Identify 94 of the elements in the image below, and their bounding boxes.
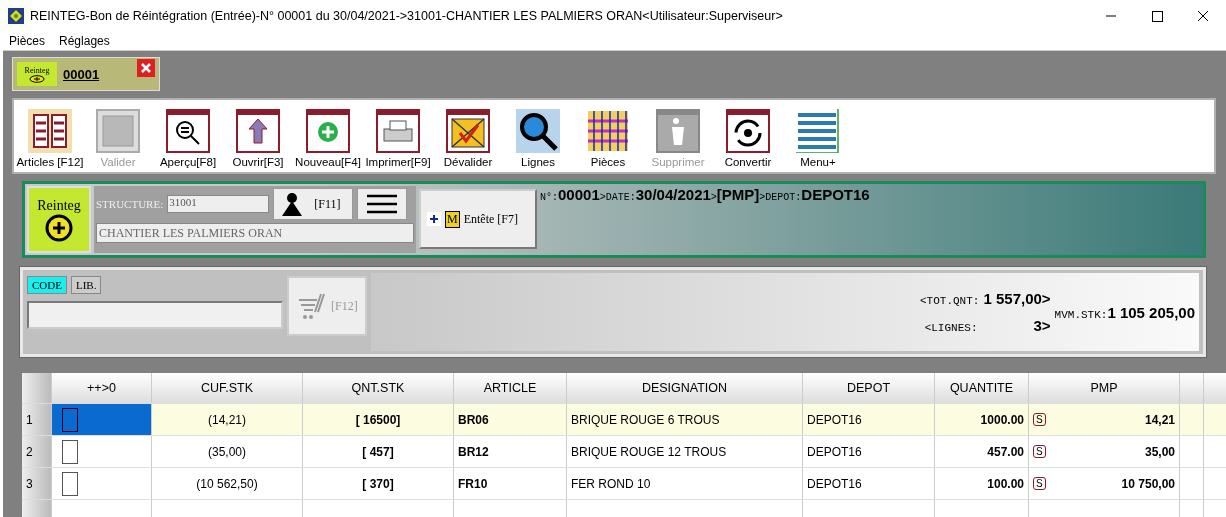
table-cell: FER ROND 10 — [567, 468, 803, 499]
menu-icon — [796, 109, 840, 153]
search-field[interactable] — [27, 301, 283, 329]
menu-item[interactable]: Réglages — [59, 34, 110, 48]
price-flag[interactable]: S — [1033, 445, 1046, 458]
price-flag[interactable]: S — [1033, 477, 1046, 490]
row-number: 1 — [22, 404, 52, 435]
column-header[interactable]: DEPOT — [803, 373, 935, 403]
toolbar-button[interactable]: Ouvrir[F3] — [226, 109, 290, 168]
structure-name-field[interactable]: CHANTIER LES PALMIERS ORAN — [96, 223, 414, 243]
search-mode-tab[interactable]: CODE — [27, 276, 67, 294]
toolbar-button[interactable]: Imprimer[F9] — [366, 109, 430, 168]
toolbar-button[interactable]: Lignes — [506, 109, 570, 168]
plus-icon — [306, 109, 350, 153]
table-cell: (14,21) — [152, 404, 303, 435]
plus-icon — [427, 212, 441, 226]
menu-item[interactable]: Pièces — [9, 34, 46, 48]
table-cell: (35,00) — [152, 436, 303, 467]
lines-count: 3> — [1033, 317, 1051, 334]
row-number: 3 — [22, 468, 52, 499]
info-value: DEPOT16 — [801, 186, 870, 203]
table-cell: DEPOT16 — [803, 404, 935, 435]
total-quantity-label: <TOT.QNT: — [920, 295, 980, 307]
search-icon — [516, 109, 560, 153]
entete-button[interactable]: M Entête [F7] — [419, 189, 537, 249]
info-label: > — [710, 192, 717, 203]
user-icon — [280, 192, 305, 216]
structure-code-field[interactable]: 31001 — [167, 195, 270, 213]
table-cell: 14,21 — [1144, 412, 1175, 427]
table-cell: FR10 — [454, 468, 567, 499]
row-checkbox[interactable] — [62, 439, 78, 464]
info-value: 30/04/2021 — [635, 186, 711, 203]
stock-movement-label: MVM.STK: — [1054, 308, 1108, 321]
column-header[interactable]: QNT.STK — [303, 373, 454, 403]
row-number: 2 — [22, 436, 52, 467]
table-cell: (10 562,50) — [152, 468, 303, 499]
printer-icon — [376, 109, 420, 153]
table-cell: 10 750,00 — [1121, 476, 1175, 491]
preview-icon — [166, 109, 210, 153]
menu-button[interactable] — [357, 188, 408, 220]
info-label: >DEPOT: — [759, 192, 802, 203]
column-header[interactable]: DESIGNATION — [567, 373, 803, 403]
column-header[interactable]: ++>0 — [52, 373, 152, 403]
reinteg-badge: Reinteg — [17, 62, 57, 86]
table-cell: 35,00 — [1144, 444, 1175, 459]
lines-label: <LIGNES: — [924, 322, 978, 334]
toolbar-button[interactable]: Menu+ — [786, 109, 850, 168]
table-cell: BR06 — [454, 404, 567, 435]
app-icon — [8, 8, 24, 24]
stock-movement-value: 1 105 205,00 — [1107, 303, 1195, 321]
table-cell: [ 370] — [303, 468, 454, 499]
table-cell: [ 457] — [303, 436, 454, 467]
blank-square-icon — [96, 109, 140, 153]
table-cell: BR12 — [454, 436, 567, 467]
total-quantity: 1 557,00> — [983, 290, 1051, 307]
table-cell: DEPOT16 — [803, 436, 935, 467]
table-cell: DEPOT16 — [803, 468, 935, 499]
close-icon[interactable] — [137, 59, 155, 77]
document-number: 00001 — [63, 66, 101, 82]
column-header[interactable]: ARTICLE — [454, 373, 567, 403]
toolbar-button[interactable]: Convertir — [716, 109, 780, 168]
table-cell: [ 16500] — [303, 404, 454, 435]
trash-icon — [656, 109, 700, 153]
toolbar-button[interactable]: Nouveau[F4] — [296, 109, 360, 168]
table-cell: BRIQUE ROUGE 6 TROUS — [567, 404, 803, 435]
price-flag[interactable]: S — [1033, 413, 1046, 426]
info-label: >DATE: — [599, 192, 636, 203]
table-cell: 1000.00 — [935, 404, 1029, 435]
table-cell: 100.00 — [935, 468, 1029, 499]
refresh-icon — [726, 109, 770, 153]
info-label: N°: — [540, 192, 558, 203]
reinteg-badge: Reinteg — [27, 186, 91, 253]
row-checkbox[interactable] — [62, 471, 78, 496]
structure-label: STRUCTURE: — [96, 198, 164, 210]
info-value: 00001 — [558, 186, 600, 203]
toolbar-button[interactable]: Pièces — [576, 109, 640, 168]
corner-header — [22, 373, 52, 403]
grid-icon — [586, 109, 630, 153]
menu-icon — [367, 194, 398, 214]
table-cell: 457.00 — [935, 436, 1029, 467]
shelves-icon — [28, 109, 72, 153]
table-cell: BRIQUE ROUGE 12 TROUS — [567, 436, 803, 467]
cross-check-icon — [446, 109, 490, 153]
column-header[interactable]: CUF.STK — [152, 373, 303, 403]
user-button[interactable]: [F11] — [273, 188, 354, 220]
row-checkbox[interactable] — [62, 407, 78, 432]
toolbar-button[interactable]: Dévalider — [436, 109, 500, 168]
column-header[interactable]: PMP — [1029, 373, 1180, 403]
info-value: [PMP] — [716, 186, 760, 203]
window-title: REINTEG-Bon de Réintégration (Entrée)-N° 00001 du 30/04/2021->31001-CHANTIER LES PALMIERS ORAN<Utilisateur:Superviseur> — [30, 9, 784, 23]
toolbar-button[interactable]: Aperçu[F8] — [156, 109, 220, 168]
column-header[interactable]: QUANTITE — [935, 373, 1029, 403]
search-mode-tab[interactable]: LIB. — [70, 276, 102, 294]
document-tab[interactable]: Reinteg 00001 — [12, 57, 160, 91]
